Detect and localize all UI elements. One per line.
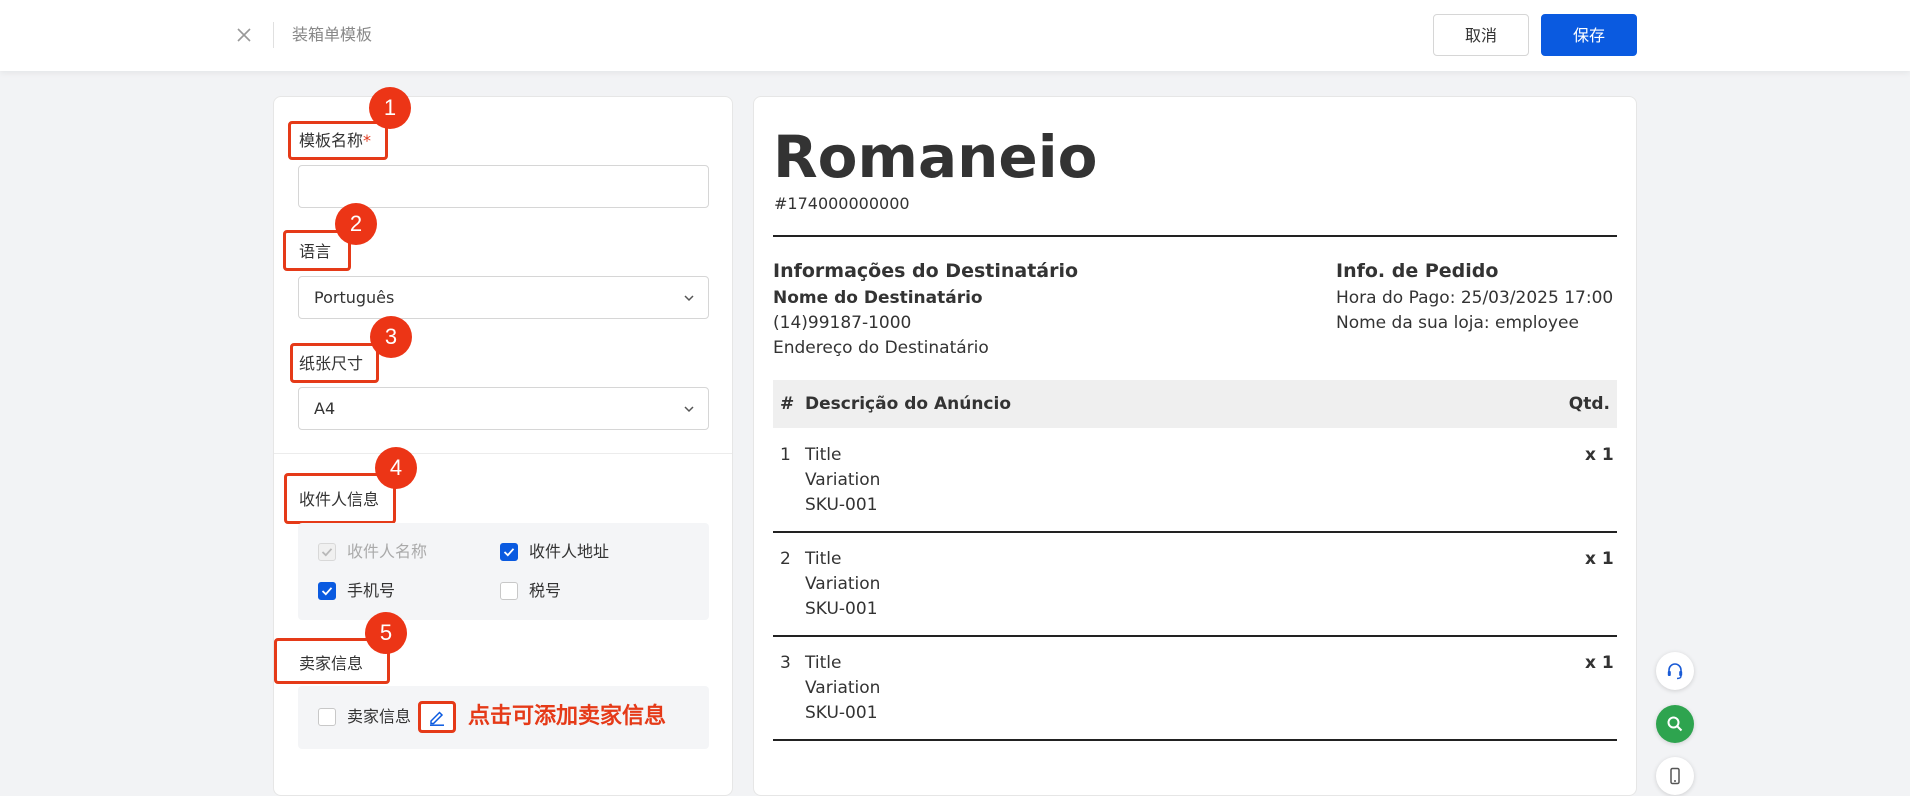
save-button[interactable]: 保存 xyxy=(1541,14,1637,56)
phone-option-label: 手机号 xyxy=(347,581,396,600)
row-sku: SKU-001 xyxy=(805,495,878,515)
mobile-app-button[interactable] xyxy=(1656,757,1694,795)
recipient-phone: (14)99187-1000 xyxy=(773,313,912,333)
seller-info-option-label: 卖家信息 xyxy=(347,707,412,726)
row-variation: Variation xyxy=(805,678,881,698)
row-qty: x 1 xyxy=(1585,653,1614,673)
row-variation: Variation xyxy=(805,574,881,594)
seller-info-checkbox[interactable] xyxy=(318,708,336,726)
section-divider xyxy=(274,453,732,454)
seller-info-label: 卖家信息 xyxy=(299,654,364,673)
row-divider xyxy=(773,531,1617,533)
tax-id-option-label: 税号 xyxy=(529,581,562,600)
template-name-label: 模板名称* xyxy=(299,131,372,150)
row-divider xyxy=(773,635,1617,637)
preview-divider xyxy=(773,235,1617,237)
preview-order-number: #174000000000 xyxy=(774,194,910,213)
row-sku: SKU-001 xyxy=(805,599,878,619)
recipient-heading: Informações do Destinatário xyxy=(773,260,1079,282)
customer-service-button[interactable] xyxy=(1656,652,1694,690)
recipient-options-area xyxy=(298,523,709,620)
chevron-down-icon xyxy=(684,295,694,302)
required-mark: * xyxy=(363,131,372,150)
pencil-icon xyxy=(430,711,444,726)
annotation-badge-5: 5 xyxy=(365,612,407,654)
col-qty-header: Qtd. xyxy=(1568,394,1610,414)
mobile-icon xyxy=(1670,767,1680,785)
cancel-button[interactable]: 取消 xyxy=(1433,14,1529,56)
paper-size-label: 纸张尺寸 xyxy=(299,354,364,373)
paper-size-select-value: A4 xyxy=(314,399,336,418)
recipient-address: Endereço do Destinatário xyxy=(773,338,989,358)
chevron-down-icon xyxy=(684,406,694,413)
row-index: 1 xyxy=(780,445,791,465)
row-qty: x 1 xyxy=(1585,445,1614,465)
top-bar: 装箱单模板 取消 保存 xyxy=(0,0,1910,71)
language-select-value: Português xyxy=(314,288,395,307)
row-qty: x 1 xyxy=(1585,549,1614,569)
template-name-input[interactable] xyxy=(298,165,709,208)
recipient-name-checkbox[interactable] xyxy=(318,543,336,561)
recipient-address-checkbox[interactable] xyxy=(500,543,518,561)
col-index-header: # xyxy=(780,394,795,414)
row-sku: SKU-001 xyxy=(805,703,878,723)
phone-checkbox[interactable] xyxy=(318,582,336,600)
search-icon xyxy=(1667,716,1683,732)
row-index: 2 xyxy=(780,549,791,569)
annotation-badge-2: 2 xyxy=(335,203,377,245)
annotation-badge-4: 4 xyxy=(375,447,417,489)
edit-seller-info-button[interactable] xyxy=(418,701,456,733)
table-bottom-rule xyxy=(773,739,1617,741)
annotation-badge-3: 3 xyxy=(370,316,412,358)
recipient-name: Nome do Destinatário xyxy=(773,288,983,308)
language-select[interactable]: Português xyxy=(298,276,709,319)
row-title: Title xyxy=(805,653,842,673)
page-title: 装箱单模板 xyxy=(292,25,373,44)
col-description-header: Descrição do Anúncio xyxy=(805,394,1012,414)
recipient-info-label: 收件人信息 xyxy=(299,490,380,509)
row-index: 3 xyxy=(780,653,791,673)
headset-icon xyxy=(1667,663,1683,680)
recipient-address-option-label: 收件人地址 xyxy=(529,542,610,561)
annotation-badge-1: 1 xyxy=(369,87,411,129)
seller-info-hint: 点击可添加卖家信息 xyxy=(468,704,667,729)
store-name: Nome da sua loja: employee xyxy=(1336,313,1579,333)
header-divider xyxy=(273,22,274,48)
paper-size-select[interactable]: A4 xyxy=(298,387,709,430)
paid-time: Hora do Pago: 25/03/2025 17:00 xyxy=(1336,288,1614,308)
close-icon[interactable] xyxy=(234,25,254,45)
row-title: Title xyxy=(805,549,842,569)
language-label: 语言 xyxy=(299,242,332,261)
tax-id-checkbox[interactable] xyxy=(500,582,518,600)
search-help-button[interactable] xyxy=(1656,705,1694,743)
order-info-heading: Info. de Pedido xyxy=(1336,260,1499,282)
row-title: Title xyxy=(805,445,842,465)
preview-title: Romaneio xyxy=(773,123,1098,191)
row-variation: Variation xyxy=(805,470,881,490)
recipient-name-option-label: 收件人名称 xyxy=(347,542,428,561)
items-table-header: # Descrição do Anúncio Qtd. xyxy=(773,380,1617,428)
